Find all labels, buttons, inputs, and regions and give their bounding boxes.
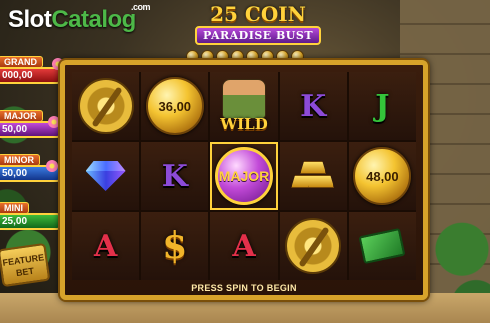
- cash-icon: [358, 227, 406, 265]
- reel-cell: WILD: [210, 72, 278, 140]
- reel-cell: [72, 142, 140, 210]
- reel-cell: A: [72, 212, 140, 280]
- game-title: 25 COIN PARADISE BUST: [188, 4, 328, 48]
- letter-j-symbol: J: [375, 88, 390, 124]
- letter-k-symbol: K: [300, 88, 327, 124]
- reel-cell: 48,00: [348, 142, 416, 210]
- explorer-icon: [221, 79, 266, 119]
- game-title-line2: PARADISE BUST: [194, 26, 322, 45]
- jackpot-grand-value: 000,00: [0, 67, 62, 84]
- major-label: MAJOR: [218, 168, 270, 184]
- jackpot-mini-label: MINI: [0, 202, 29, 214]
- logo-slot-text: Slot: [8, 6, 52, 33]
- jackpot-mini-value: 25,00: [0, 213, 62, 230]
- letter-a-symbol: A: [232, 228, 256, 264]
- reel-cell: J: [348, 72, 416, 140]
- gold-bars-icon: [291, 161, 335, 191]
- coin-value-text: 48,00: [366, 168, 399, 184]
- jackpot-minor-label: MINOR: [0, 154, 40, 166]
- coin-value-symbol: 36,00: [145, 77, 204, 135]
- jackpot-major-label: MAJOR: [0, 110, 43, 122]
- wild-symbol: WILD: [220, 79, 268, 133]
- reel-cell: [72, 72, 140, 140]
- game-title-line1: 25 COIN: [210, 2, 306, 26]
- logo-com-text: .com: [131, 2, 151, 12]
- reel-cell: [348, 212, 416, 280]
- status-message: PRESS SPIN TO BEGIN: [191, 283, 297, 293]
- reel-cell: 36,00: [141, 72, 209, 140]
- coin-value-text: 36,00: [158, 98, 192, 114]
- reel-cell: [279, 142, 347, 210]
- watermark-logo: SlotCatalog .com: [8, 2, 151, 34]
- hibiscus-flower-icon: [48, 116, 60, 128]
- coin-value-symbol: 48,00: [353, 147, 412, 205]
- letter-k-symbol: K: [161, 158, 188, 194]
- hibiscus-flower-icon: [46, 160, 58, 172]
- jackpot-mini: 25,00 MINI: [0, 202, 62, 234]
- reel-cell: K: [279, 72, 347, 140]
- vault-icon: [77, 78, 134, 134]
- logo-catalog-text: Catalog: [51, 6, 136, 33]
- coin-major-symbol: MAJOR: [214, 147, 273, 205]
- jackpot-grand-label: GRAND: [0, 56, 43, 68]
- reel-cell: A: [210, 212, 278, 280]
- reel-grid: 36,00 WILD K J K MAJOR 48,00 A $ A: [72, 72, 416, 280]
- diamond-icon: [86, 161, 126, 191]
- letter-a-symbol: A: [93, 228, 118, 264]
- wild-label: WILD: [220, 115, 268, 133]
- reel-cell: MAJOR: [210, 142, 278, 210]
- feature-bet-button[interactable]: FEATURE BET: [0, 242, 51, 288]
- reel-cell: [279, 212, 347, 280]
- reel-cell: $: [141, 212, 209, 280]
- reel-cell: K: [141, 142, 209, 210]
- dollar-icon: $: [162, 225, 188, 267]
- vault-icon: [285, 218, 342, 274]
